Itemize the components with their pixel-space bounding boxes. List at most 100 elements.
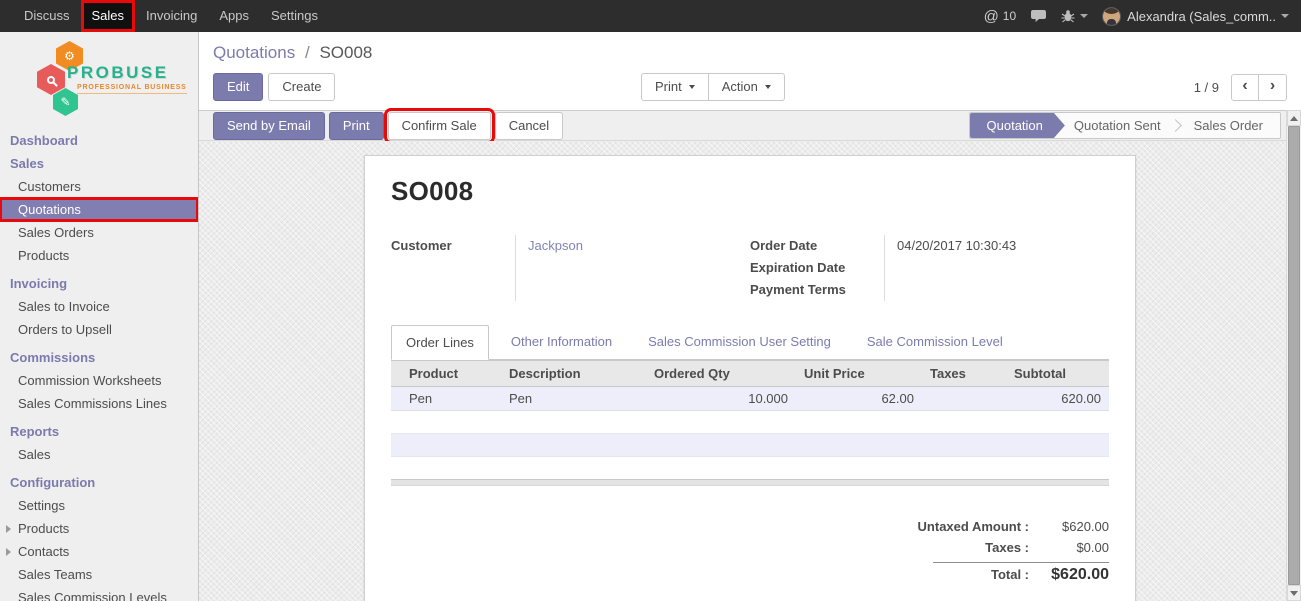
cell-taxes[interactable] <box>922 387 1006 411</box>
cell-unit-price[interactable]: 62.00 <box>796 387 922 411</box>
untaxed-amount-value: $620.00 <box>1029 519 1109 534</box>
tab-order-lines[interactable]: Order Lines <box>391 325 489 360</box>
tab-sales-commission-user-setting[interactable]: Sales Commission User Setting <box>634 325 845 359</box>
form-statusbar: Send by Email Print Confirm Sale Cancel … <box>199 110 1301 141</box>
nav-item-sales[interactable]: Sales <box>81 0 136 32</box>
cell-ordered-qty[interactable]: 10.000 <box>646 387 796 411</box>
scrollbar-up-button[interactable] <box>1287 110 1301 126</box>
mentions-counter[interactable]: @ 10 <box>984 9 1017 24</box>
state-quotation[interactable]: Quotation <box>970 113 1065 138</box>
state-sales-order[interactable]: Sales Order <box>1177 113 1280 138</box>
cell-subtotal[interactable]: 620.00 <box>1006 387 1109 411</box>
col-header-unit-price[interactable]: Unit Price <box>796 361 922 387</box>
sidebar-heading-configuration: Configuration <box>0 471 198 494</box>
total-value: $620.00 <box>1029 566 1109 584</box>
logo-search-hexagon <box>37 64 65 95</box>
col-header-subtotal[interactable]: Subtotal <box>1006 361 1109 387</box>
sidebar-item-sales-teams[interactable]: Sales Teams <box>0 563 198 586</box>
sidebar-item-sales-orders[interactable]: Sales Orders <box>0 221 198 244</box>
form-sheet: SO008 Customer Jackpson Or <box>364 155 1136 601</box>
edit-button[interactable]: Edit <box>213 73 263 101</box>
sidebar-item-config-contacts[interactable]: Contacts <box>0 540 198 563</box>
order-date-label: Order Date <box>750 235 884 257</box>
user-menu[interactable]: Alexandra (Sales_comm.. <box>1102 7 1289 26</box>
breadcrumb-quotations-link[interactable]: Quotations <box>213 43 295 62</box>
mentions-count: 10 <box>1003 9 1016 23</box>
state-quotation-sent[interactable]: Quotation Sent <box>1057 113 1178 138</box>
nav-item-invoicing[interactable]: Invoicing <box>135 0 208 32</box>
table-header-row: Product Description Ordered Qty Unit Pri… <box>391 361 1109 387</box>
expiration-date-value <box>897 257 1109 279</box>
sidebar-heading-reports: Reports <box>0 420 198 443</box>
col-header-ordered-qty[interactable]: Ordered Qty <box>646 361 796 387</box>
print-dropdown-label: Print <box>655 79 682 94</box>
chat-icon[interactable] <box>1030 9 1047 23</box>
company-logo[interactable]: ⚙ ✎ PROBUSE PROFESSIONAL BUSINESS <box>0 32 198 124</box>
content-background: SO008 Customer Jackpson Or <box>199 141 1301 601</box>
cell-description[interactable]: Pen <box>501 387 646 411</box>
nav-item-settings[interactable]: Settings <box>260 0 329 32</box>
action-dropdown-button[interactable]: Action <box>709 73 785 101</box>
order-date-value: 04/20/2017 10:30:43 <box>897 235 1109 257</box>
col-header-product[interactable]: Product <box>401 361 501 387</box>
breadcrumb: Quotations / SO008 <box>213 43 1287 63</box>
create-button[interactable]: Create <box>268 73 335 101</box>
debug-bug-icon[interactable] <box>1061 9 1088 23</box>
nav-item-discuss[interactable]: Discuss <box>13 0 81 32</box>
top-navbar: Discuss Sales Invoicing Apps Settings @ … <box>0 0 1301 32</box>
breadcrumb-separator: / <box>305 43 310 62</box>
sidebar-item-settings[interactable]: Settings <box>0 494 198 517</box>
tab-other-information[interactable]: Other Information <box>497 325 626 359</box>
sidebar-item-config-products[interactable]: Products <box>0 517 198 540</box>
sidebar: ⚙ ✎ PROBUSE PROFESSIONAL BUSINESS Dashbo… <box>0 32 199 601</box>
sidebar-heading-dashboard[interactable]: Dashboard <box>0 129 198 152</box>
confirm-sale-button[interactable]: Confirm Sale <box>388 112 491 140</box>
sidebar-item-quotations[interactable]: Quotations <box>0 198 198 221</box>
scrollbar-down-button[interactable] <box>1287 585 1301 601</box>
vertical-scrollbar[interactable] <box>1286 110 1301 601</box>
expand-caret-icon[interactable] <box>6 525 11 533</box>
tab-sale-commission-level[interactable]: Sale Commission Level <box>853 325 1017 359</box>
customer-value-link[interactable]: Jackpson <box>528 235 750 257</box>
main-area: Quotations / SO008 Edit Create Print Act… <box>199 32 1301 601</box>
user-menu-caret-icon <box>1281 14 1289 18</box>
order-line-row[interactable]: Pen Pen 10.000 62.00 620.00 <box>391 387 1109 411</box>
scrollbar-thumb[interactable] <box>1288 126 1300 585</box>
sidebar-item-sales-commission-levels[interactable]: Sales Commission Levels <box>0 586 198 601</box>
user-avatar <box>1102 7 1121 26</box>
sidebar-item-products[interactable]: Products <box>0 244 198 267</box>
status-pipeline: Quotation Quotation Sent Sales Order <box>969 112 1281 139</box>
control-panel: Quotations / SO008 Edit Create Print Act… <box>199 32 1301 110</box>
expand-caret-icon[interactable] <box>6 548 11 556</box>
sidebar-item-customers[interactable]: Customers <box>0 175 198 198</box>
notebook-tabs: Order Lines Other Information Sales Comm… <box>391 325 1109 360</box>
table-row-empty <box>391 457 1109 480</box>
sidebar-heading-sales[interactable]: Sales <box>0 152 198 175</box>
cancel-button[interactable]: Cancel <box>495 112 563 140</box>
pager-previous-button[interactable]: ‹ <box>1231 74 1259 101</box>
print-button[interactable]: Print <box>329 112 384 140</box>
cell-product[interactable]: Pen <box>401 387 501 411</box>
sidebar-item-sales-to-invoice[interactable]: Sales to Invoice <box>0 295 198 318</box>
sidebar-item-sales-commissions-lines[interactable]: Sales Commissions Lines <box>0 392 198 415</box>
nav-item-apps[interactable]: Apps <box>208 0 260 32</box>
sidebar-item-commission-worksheets[interactable]: Commission Worksheets <box>0 369 198 392</box>
table-row-empty <box>391 434 1109 457</box>
col-header-taxes[interactable]: Taxes <box>922 361 1006 387</box>
totals-block: Untaxed Amount : $620.00 Taxes : $0.00 T… <box>391 516 1109 587</box>
send-by-email-button[interactable]: Send by Email <box>213 112 325 140</box>
arrow-up-icon <box>1290 116 1298 121</box>
expiration-date-label: Expiration Date <box>750 257 884 279</box>
sidebar-heading-commissions: Commissions <box>0 346 198 369</box>
sidebar-item-orders-to-upsell[interactable]: Orders to Upsell <box>0 318 198 341</box>
col-header-description[interactable]: Description <box>501 361 646 387</box>
debug-caret-icon <box>1080 14 1088 18</box>
magnifier-icon <box>47 76 55 84</box>
payment-terms-value <box>897 279 1109 301</box>
sidebar-item-reports-sales[interactable]: Sales <box>0 443 198 466</box>
row-gutter <box>391 387 401 411</box>
pager-next-button[interactable]: › <box>1259 74 1287 101</box>
gutter-header <box>391 361 401 387</box>
tools-icon: ✎ <box>60 96 70 108</box>
print-dropdown-button[interactable]: Print <box>641 73 709 101</box>
